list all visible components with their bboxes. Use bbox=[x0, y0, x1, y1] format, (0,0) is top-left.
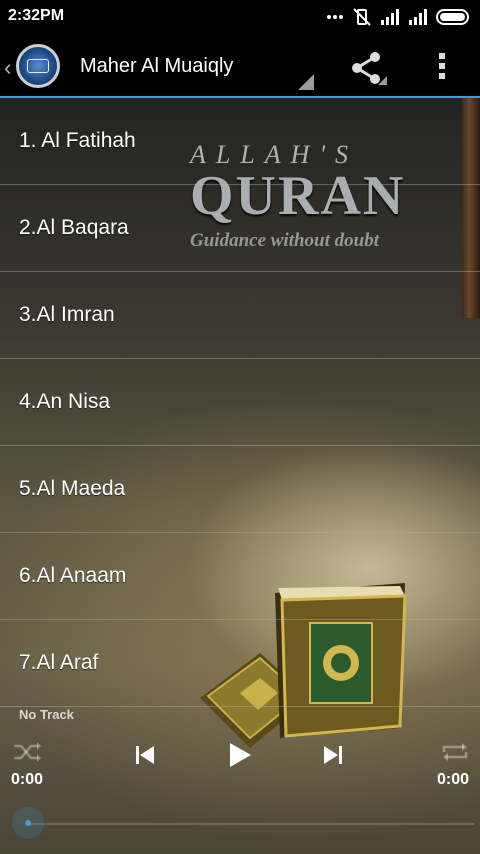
dropdown-corner-icon bbox=[298, 74, 314, 90]
page-title[interactable]: Maher Al Muaiqly bbox=[80, 55, 233, 78]
overflow-menu-button[interactable] bbox=[430, 48, 454, 84]
share-corner-icon bbox=[378, 76, 387, 85]
list-item[interactable]: 4.An Nisa bbox=[0, 359, 480, 446]
list-item[interactable]: 2.Al Baqara bbox=[0, 185, 480, 272]
overflow-menu-icon bbox=[439, 53, 445, 79]
play-button[interactable] bbox=[224, 740, 254, 770]
previous-icon bbox=[136, 746, 154, 764]
seek-bar[interactable] bbox=[28, 823, 474, 825]
shuffle-button[interactable] bbox=[12, 740, 42, 764]
play-icon bbox=[230, 743, 251, 767]
track-label: 2.Al Baqara bbox=[19, 216, 129, 239]
shuffle-icon bbox=[14, 742, 41, 762]
signal-icon bbox=[409, 9, 427, 25]
back-chevron-icon[interactable]: ‹ bbox=[4, 55, 11, 81]
list-item[interactable]: 7.Al Araf bbox=[0, 620, 480, 707]
list-item[interactable]: 3.Al Imran bbox=[0, 272, 480, 359]
track-label: 7.Al Araf bbox=[19, 651, 99, 674]
track-label: 6.Al Anaam bbox=[19, 564, 127, 587]
duration-time: 0:00 bbox=[436, 771, 469, 788]
action-bar bbox=[0, 33, 480, 96]
track-list: 1. Al Fatihah 2.Al Baqara 3.Al Imran 4.A… bbox=[0, 98, 480, 707]
battery-icon bbox=[436, 9, 469, 25]
list-item[interactable]: 5.Al Maeda bbox=[0, 446, 480, 533]
next-button[interactable] bbox=[320, 742, 346, 768]
previous-button[interactable] bbox=[132, 742, 158, 768]
list-item[interactable]: 6.Al Anaam bbox=[0, 533, 480, 620]
track-label: 3.Al Imran bbox=[19, 303, 115, 326]
status-time: 2:32PM bbox=[8, 7, 65, 24]
list-item[interactable]: 1. Al Fatihah bbox=[0, 98, 480, 185]
quran-logo-icon bbox=[27, 59, 49, 73]
track-label: 4.An Nisa bbox=[19, 390, 111, 413]
seek-thumb[interactable] bbox=[12, 807, 44, 839]
now-playing-label: No Track bbox=[19, 707, 74, 722]
muted-vibrate-icon bbox=[353, 8, 371, 26]
repeat-button[interactable] bbox=[440, 740, 470, 764]
signal-icon bbox=[381, 9, 399, 25]
player-panel: No Track 0:00 0:00 bbox=[0, 702, 480, 854]
more-dots-icon bbox=[327, 15, 343, 19]
status-bar: 2:32PM bbox=[0, 0, 480, 33]
seek-dot bbox=[25, 820, 31, 826]
status-icons bbox=[326, 6, 472, 28]
next-icon bbox=[324, 746, 342, 764]
track-label: 5.Al Maeda bbox=[19, 477, 126, 500]
elapsed-time: 0:00 bbox=[11, 771, 44, 788]
app-icon[interactable] bbox=[16, 44, 60, 88]
track-label: 1. Al Fatihah bbox=[19, 129, 136, 152]
repeat-icon bbox=[442, 743, 468, 761]
